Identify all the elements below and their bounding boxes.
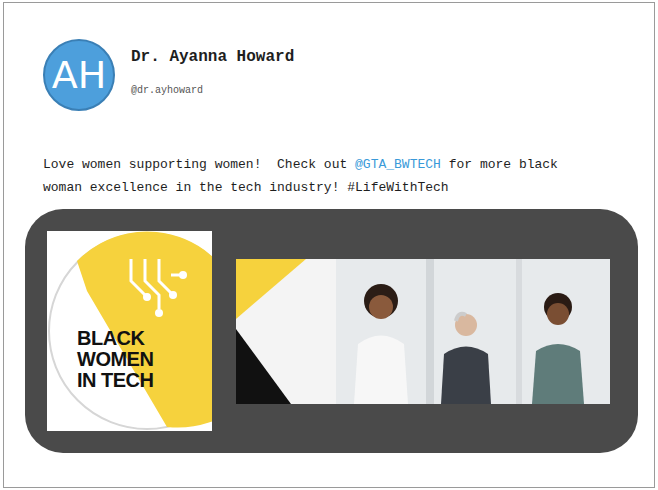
media-box: BLACKWOMENIN TECH [25,209,638,453]
logo-text: BLACKWOMENIN TECH [47,231,212,391]
logo-line: IN TECH [77,370,212,391]
logo-line: WOMEN [77,349,212,370]
author-info: Dr. Ayanna Howard @dr.ayhoward [131,39,294,98]
mention-link[interactable]: @GTA_BWTECH [355,157,441,172]
author-name[interactable]: Dr. Ayanna Howard [131,45,294,69]
post-text: Love women supporting women! Check out @… [43,153,603,199]
banner-photo-icon [236,259,610,404]
post-header: AH Dr. Ayanna Howard @dr.ayhoward [25,39,635,111]
banner-image[interactable] [236,259,610,404]
author-handle[interactable]: @dr.ayhoward [131,83,294,98]
post-text-segment: Love women supporting women! Check out [43,157,355,172]
logo-image[interactable]: BLACKWOMENIN TECH [47,231,212,431]
avatar[interactable]: AH [43,39,115,111]
logo-line: BLACK [77,328,212,349]
post-card: AH Dr. Ayanna Howard @dr.ayhoward Love wome… [3,2,655,488]
